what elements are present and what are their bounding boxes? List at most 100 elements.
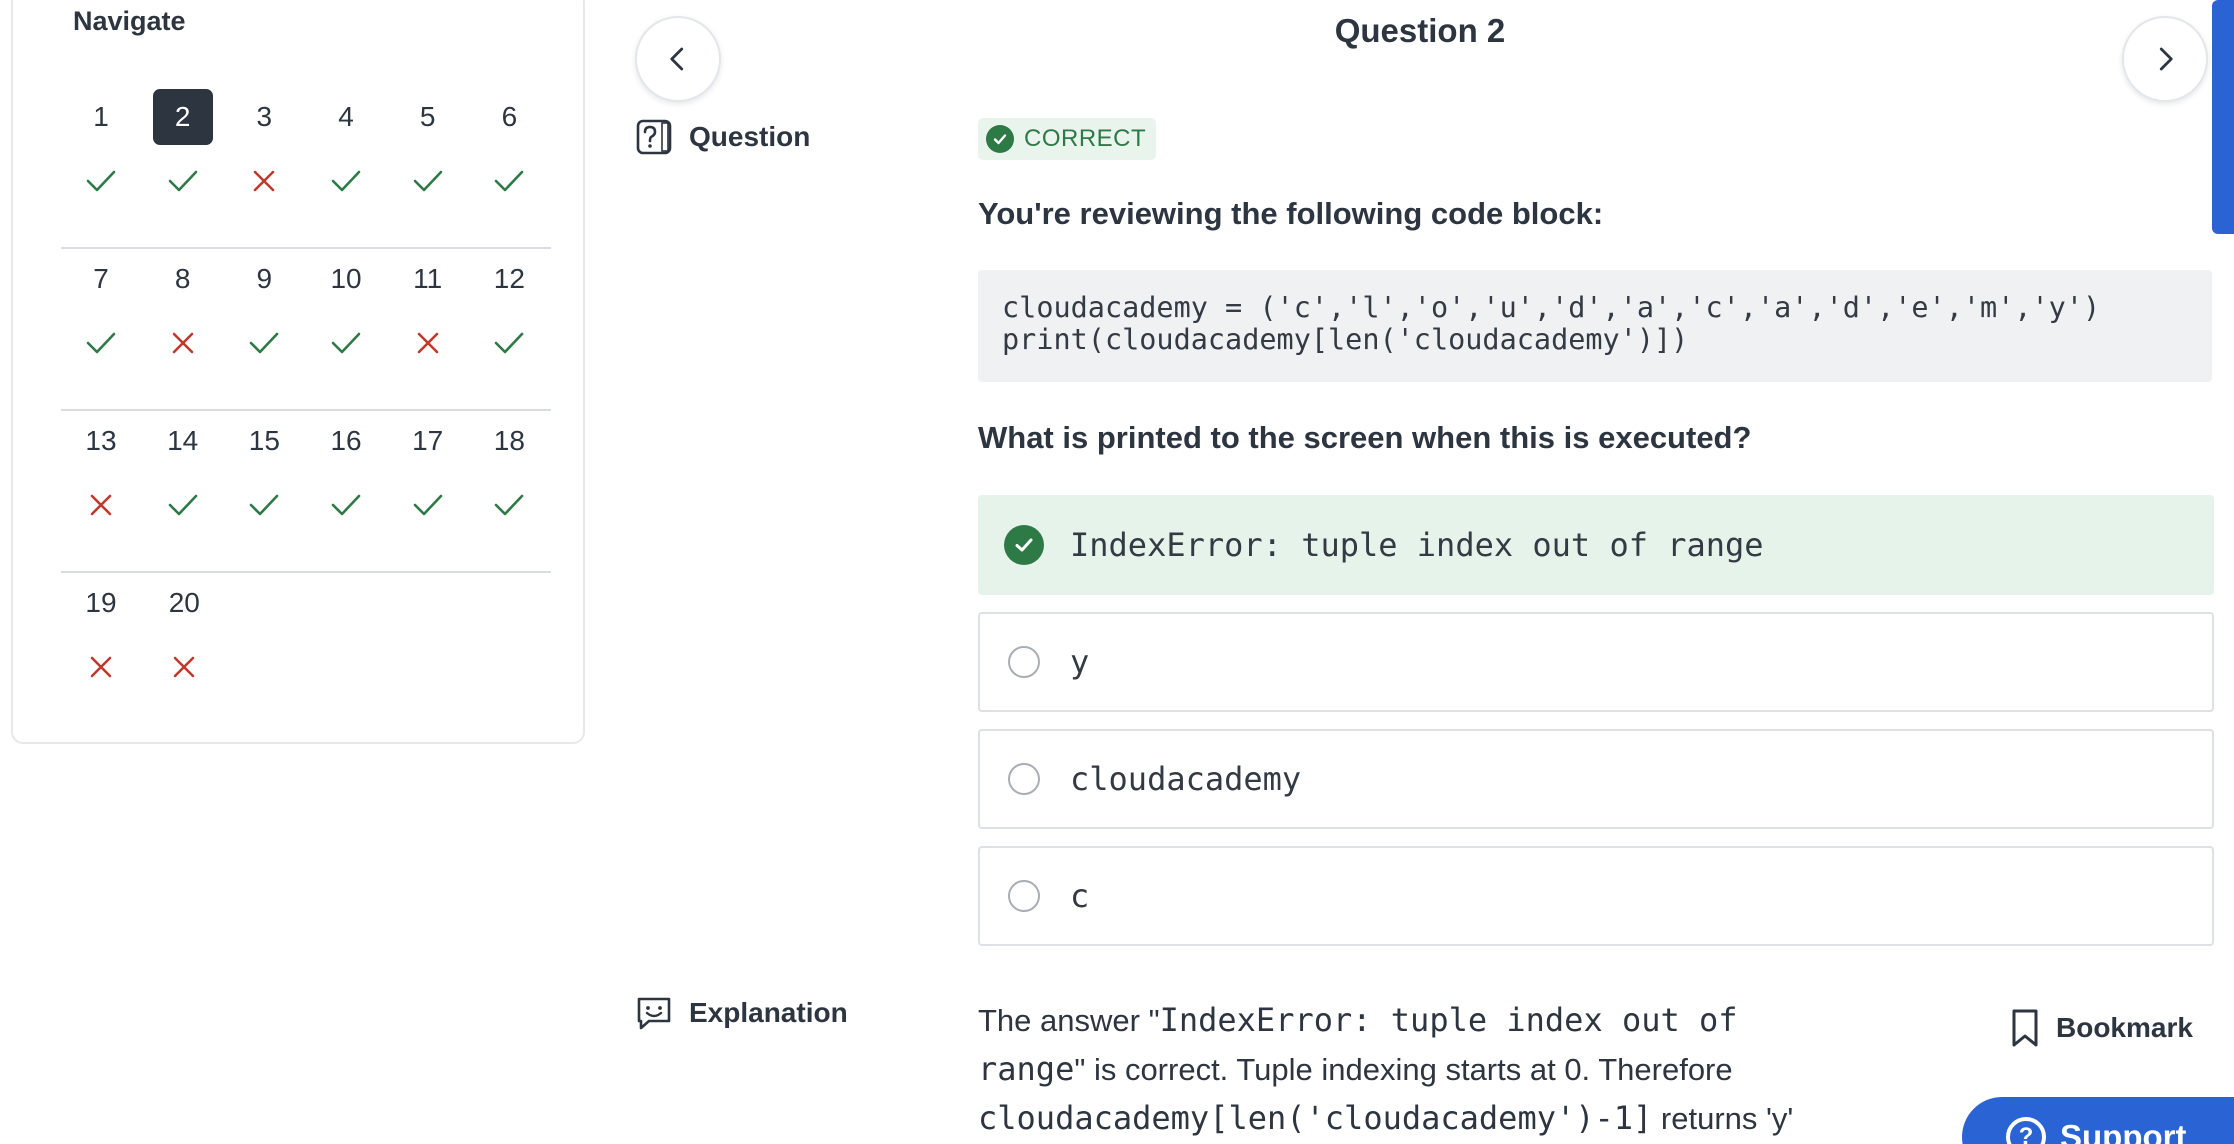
explanation-fragment: The answer " [978, 1003, 1160, 1038]
chevron-left-icon [670, 47, 684, 71]
x-mark-icon [90, 494, 112, 516]
question-number: 5 [419, 101, 436, 132]
navigator-item-question-12[interactable]: 12 [469, 249, 551, 411]
navigator-item-question-18[interactable]: 18 [469, 411, 551, 573]
support-button[interactable]: ? Support [1962, 1097, 2234, 1144]
navigate-panel: Navigate 1 2 3 4 5 6 7 8 9 10 11 12 13 14 15 16 17 18 19 20 [11, 0, 585, 744]
navigator-item-question-16[interactable]: 16 [306, 411, 388, 573]
checkmark-icon [331, 494, 361, 516]
question-number: 10 [330, 263, 362, 294]
navigator-item-question-5[interactable]: 5 [388, 87, 470, 249]
question-number: 9 [256, 263, 273, 294]
question-number: 4 [338, 101, 354, 132]
navigator-item-question-20[interactable]: 20 [144, 573, 227, 735]
question-navigator-grid: 1 2 3 4 5 6 7 8 9 10 11 12 13 14 15 16 17 18 19 20 [61, 87, 551, 735]
question-number: 19 [85, 587, 117, 618]
question-number: 12 [493, 263, 525, 294]
radio-button[interactable] [1008, 763, 1040, 795]
navigator-row: 1 2 3 4 5 6 [61, 87, 551, 249]
checkmark-icon [86, 170, 116, 192]
navigator-item-question-6[interactable]: 6 [469, 87, 551, 249]
navigator-item-question-15[interactable]: 15 [224, 411, 306, 573]
question-number: 14 [167, 425, 199, 456]
answer-text: IndexError: tuple index out of range [1070, 526, 1764, 564]
question-prompt: What is printed to the screen when this … [978, 420, 1752, 455]
side-feedback-tab[interactable] [2212, 0, 2234, 234]
question-number: 18 [493, 425, 525, 456]
x-mark-icon [90, 656, 112, 678]
radio-button[interactable] [1008, 646, 1040, 678]
navigator-item-question-11[interactable]: 11 [388, 249, 470, 411]
previous-question-button[interactable] [635, 16, 721, 102]
question-number: 15 [248, 425, 280, 456]
explanation-fragment: returns 'y' [1652, 1101, 1794, 1136]
support-label: Support [2060, 1118, 2187, 1144]
chat-smile-icon [637, 997, 671, 1030]
navigator-item-question-9[interactable]: 9 [224, 249, 306, 411]
question-intro: You're reviewing the following code bloc… [978, 196, 1604, 231]
checkmark-icon [331, 332, 361, 354]
navigator-item-question-2[interactable]: 2 [143, 87, 225, 249]
answer-text: c [1070, 877, 1090, 915]
question-label-text: Question [689, 121, 811, 152]
help-circle-icon: ? [2006, 1117, 2046, 1144]
bookmark-label: Bookmark [2056, 1012, 2193, 1043]
checkmark-icon [413, 494, 442, 516]
code-block: cloudacademy = ('c','l','o','u','d','a',… [978, 270, 2212, 382]
question-number: 13 [85, 425, 117, 456]
question-number: 17 [412, 425, 444, 456]
navigator-item-question-14[interactable]: 14 [143, 411, 225, 573]
navigator-item-question-17[interactable]: 17 [388, 411, 470, 573]
explanation-label-text: Explanation [689, 997, 848, 1028]
bookmark-button[interactable]: Bookmark [2010, 1008, 2193, 1048]
checkmark-icon [495, 332, 524, 354]
navigator-item-question-19[interactable]: 19 [61, 573, 144, 735]
next-question-button[interactable] [2122, 16, 2208, 102]
explanation-text: The answer "IndexError: tuple index out … [978, 996, 1838, 1143]
x-mark-icon [172, 332, 193, 354]
question-number: 1 [93, 101, 109, 132]
navigator-item-question-13[interactable]: 13 [61, 411, 143, 573]
checkmark-icon [331, 170, 361, 192]
x-mark-icon [254, 170, 275, 192]
status-badge: CORRECT [978, 118, 1157, 160]
answer-text: cloudacademy [1070, 760, 1302, 798]
question-number: 8 [174, 263, 191, 294]
question-number: 3 [256, 101, 273, 132]
question-number: 2 [152, 89, 213, 145]
answer-option-selected[interactable]: IndexError: tuple index out of range [978, 495, 2214, 595]
navigator-item-question-10[interactable]: 10 [306, 249, 388, 411]
navigator-row: 19 20 [61, 573, 551, 735]
code-line: print(cloudacademy[len('cloudacademy')]) [1002, 323, 1689, 356]
navigator-item-question-7[interactable]: 7 [61, 249, 143, 411]
question-number: 16 [330, 425, 362, 456]
chevron-right-icon [2159, 47, 2173, 71]
explanation-fragment: " is correct. Tuple indexing starts at 0… [1074, 1052, 1733, 1087]
answer-option[interactable]: cloudacademy [978, 729, 2214, 829]
checkmark-icon [495, 494, 524, 516]
navigator-row: 13 14 15 16 17 18 [61, 411, 551, 573]
question-number: 20 [168, 587, 200, 618]
navigator-item-question-1[interactable]: 1 [61, 87, 143, 249]
check-circle-icon [1004, 525, 1044, 565]
navigate-title: Navigate [73, 6, 186, 36]
check-circle-icon [986, 125, 1014, 153]
navigator-item-question-8[interactable]: 8 [143, 249, 225, 411]
navigator-item-question-4[interactable]: 4 [306, 87, 388, 249]
question-number: 11 [413, 263, 443, 294]
explanation-section-label: Explanation [635, 994, 848, 1032]
checkmark-icon [86, 332, 116, 354]
navigator-row: 7 8 9 10 11 12 [61, 249, 551, 411]
radio-button[interactable] [1008, 880, 1040, 912]
checkmark-icon [168, 170, 197, 192]
x-mark-icon [417, 332, 438, 354]
question-section-label: Question [635, 118, 810, 156]
checkmark-icon [250, 494, 279, 516]
question-icon [636, 119, 672, 155]
answer-option[interactable]: c [978, 846, 2214, 946]
navigator-item-question-3[interactable]: 3 [224, 87, 306, 249]
answer-option[interactable]: y [978, 612, 2214, 712]
checkmark-icon [250, 332, 279, 354]
status-text: CORRECT [1024, 125, 1147, 152]
code-line: cloudacademy = ('c','l','o','u','d','a',… [1002, 291, 2101, 324]
